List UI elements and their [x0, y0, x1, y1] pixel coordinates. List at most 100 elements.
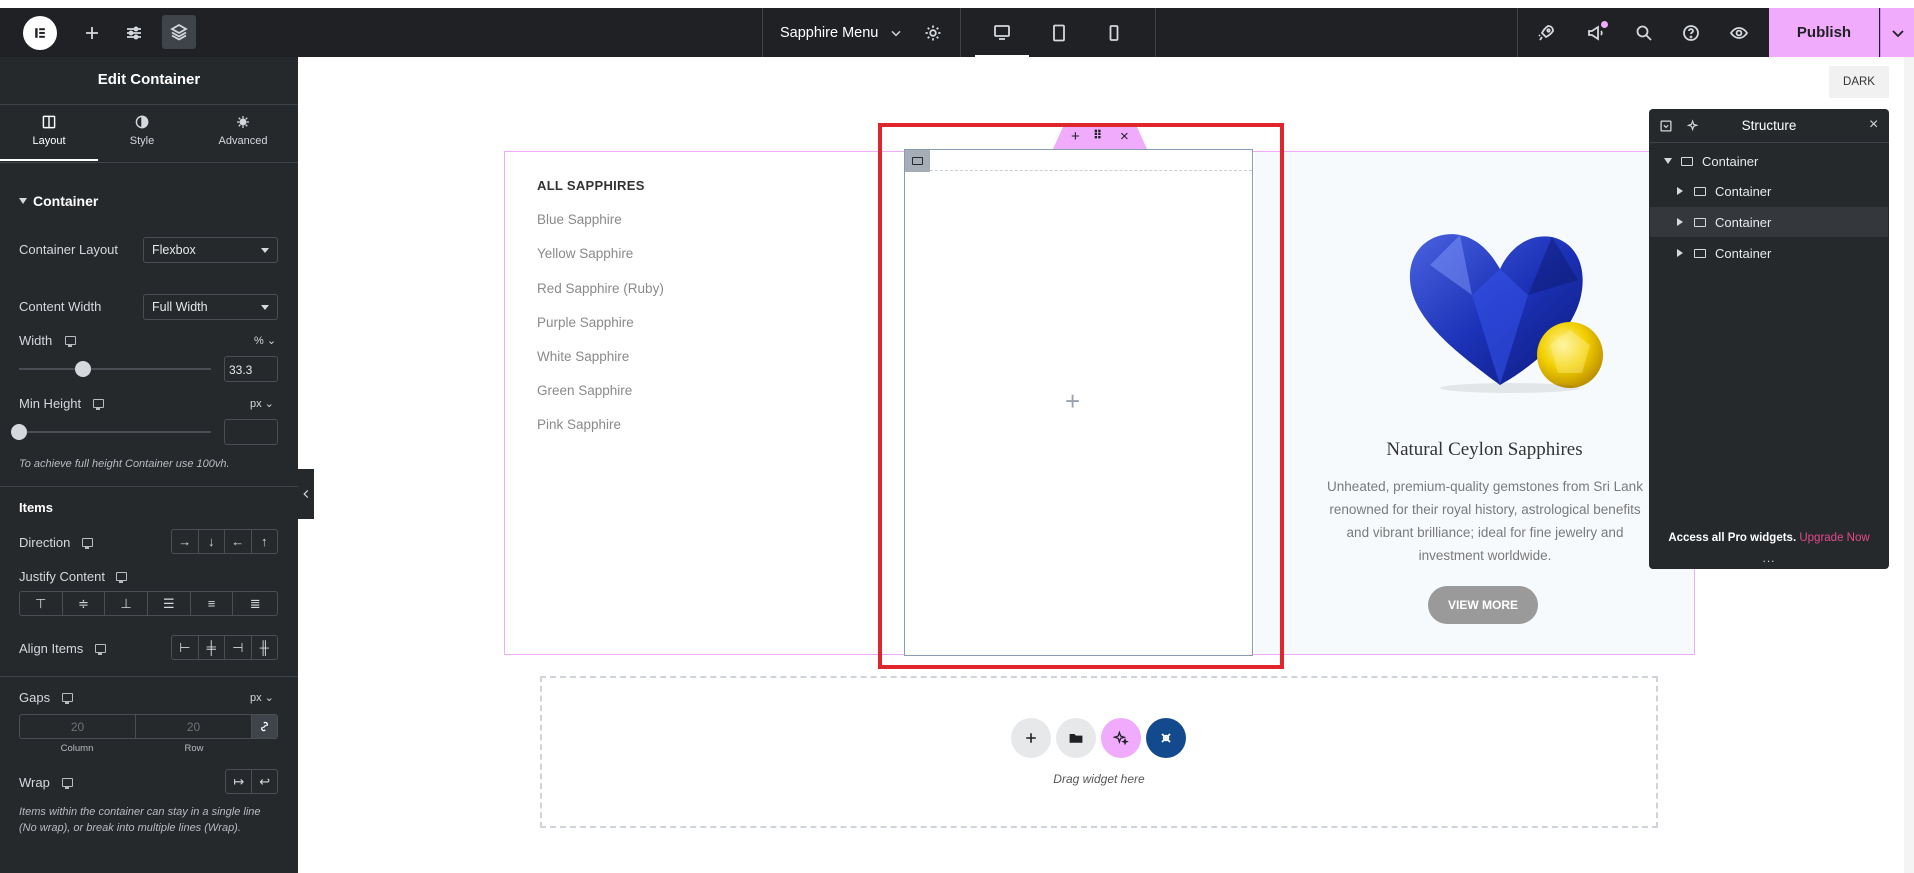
- caret-right-icon: [1677, 187, 1683, 195]
- align-start-button[interactable]: ⊢: [172, 636, 199, 659]
- structure-button[interactable]: [162, 15, 196, 49]
- ai-button[interactable]: [1101, 718, 1141, 758]
- gap-row-input[interactable]: 20: [136, 715, 252, 738]
- justify-space-evenly-button[interactable]: ≣: [233, 592, 277, 615]
- gap-column-input[interactable]: 20: [20, 715, 136, 738]
- menu-item[interactable]: Pink Sapphire: [537, 417, 621, 432]
- desktop-icon: [95, 644, 106, 655]
- align-center-button[interactable]: ╪: [199, 636, 225, 659]
- elementor-logo-button[interactable]: [22, 8, 58, 57]
- no-wrap-button[interactable]: ↦: [226, 770, 253, 793]
- width-input[interactable]: 33.3: [224, 356, 278, 382]
- width-unit: %: [254, 335, 264, 347]
- add-container-button[interactable]: +: [1071, 128, 1080, 145]
- width-slider-thumb[interactable]: [74, 361, 91, 377]
- menu-column[interactable]: ALL SAPPHIRES: [505, 152, 904, 654]
- menu-item[interactable]: White Sapphire: [537, 349, 629, 364]
- justify-start-button[interactable]: ⊤: [20, 592, 63, 615]
- elementor-kit-button[interactable]: [1146, 718, 1186, 758]
- container-handle[interactable]: [905, 150, 930, 172]
- width-unit-select[interactable]: % ⌄: [254, 334, 276, 347]
- add-section-button[interactable]: [1011, 718, 1051, 758]
- direction-column-reverse-button[interactable]: ↑: [252, 530, 278, 553]
- container-section-header[interactable]: Container: [19, 193, 98, 209]
- container-layout-label: Container Layout: [19, 242, 119, 257]
- launch-button[interactable]: [1528, 8, 1564, 57]
- dark-mode-label: DARK: [1843, 76, 1875, 88]
- structure-resize-handle[interactable]: ...: [1649, 551, 1889, 565]
- view-more-label: VIEW MORE: [1447, 598, 1518, 612]
- collapse-panel-button[interactable]: [298, 469, 314, 519]
- add-template-button[interactable]: [1056, 718, 1096, 758]
- site-settings-button[interactable]: [116, 8, 152, 57]
- gaps-unit: px: [250, 692, 262, 704]
- delete-container-button[interactable]: ×: [1120, 128, 1129, 145]
- page-title: Sapphire Menu: [780, 24, 879, 41]
- empty-container[interactable]: +: [904, 149, 1253, 656]
- direction-label: Direction: [19, 535, 71, 550]
- tab-layout[interactable]: Layout: [0, 105, 98, 161]
- panel-title: Edit Container: [97, 71, 201, 88]
- page-title-dropdown[interactable]: Sapphire Menu: [770, 8, 930, 57]
- view-more-button[interactable]: VIEW MORE: [1428, 586, 1538, 624]
- publish-button[interactable]: Publish: [1769, 8, 1879, 57]
- structure-item-child[interactable]: Container: [1650, 176, 1888, 206]
- gap-link-button[interactable]: [252, 715, 277, 738]
- structure-item-root[interactable]: Container: [1650, 146, 1888, 176]
- structure-item-child[interactable]: Container: [1650, 238, 1888, 268]
- eye-icon: [1729, 26, 1749, 39]
- page-settings-button[interactable]: [916, 8, 950, 57]
- drag-handle-icon[interactable]: ⠿: [1093, 128, 1102, 142]
- min-height-slider-track[interactable]: [11, 424, 211, 440]
- help-button[interactable]: [1673, 8, 1709, 57]
- wrap-button[interactable]: ↩: [252, 770, 277, 793]
- canvas-scrollbar[interactable]: [1904, 57, 1914, 873]
- container-layout-value: Flexbox: [152, 243, 196, 257]
- menu-item[interactable]: Green Sapphire: [537, 383, 632, 398]
- direction-column-button[interactable]: ↓: [199, 530, 225, 553]
- justify-space-between-button[interactable]: ☰: [148, 592, 191, 615]
- structure-item-label: Container: [1702, 153, 1759, 169]
- publish-options-button[interactable]: [1880, 8, 1914, 57]
- tab-advanced[interactable]: Advanced: [200, 105, 286, 161]
- justify-end-button[interactable]: ⊥: [105, 592, 149, 615]
- gaps-unit-select[interactable]: px ⌄: [250, 691, 274, 704]
- menu-item[interactable]: Blue Sapphire: [537, 212, 622, 227]
- min-height-unit-select[interactable]: px ⌄: [250, 397, 274, 410]
- menu-item[interactable]: Purple Sapphire: [537, 315, 634, 330]
- direction-row-reverse-button[interactable]: ←: [225, 530, 252, 553]
- justify-space-around-button[interactable]: ≡: [191, 592, 234, 615]
- folder-icon: [1069, 734, 1083, 743]
- dark-mode-toggle[interactable]: DARK: [1829, 66, 1889, 98]
- sparkle-icon: [1113, 730, 1129, 746]
- upgrade-now-link[interactable]: Upgrade Now: [1799, 532, 1869, 544]
- card-text-line: and vibrant brilliance; ideal for fine j…: [1346, 525, 1624, 540]
- menu-item[interactable]: Red Sapphire (Ruby): [537, 281, 664, 296]
- add-widget-plus[interactable]: +: [1065, 388, 1080, 414]
- notifications-button[interactable]: [1578, 8, 1614, 57]
- drop-zone[interactable]: [540, 676, 1658, 828]
- gap-column-placeholder: 20: [70, 720, 85, 734]
- preview-button[interactable]: [1721, 8, 1757, 57]
- add-element-button[interactable]: [74, 8, 110, 57]
- width-slider-track[interactable]: [19, 361, 211, 377]
- desktop-icon: [62, 693, 73, 704]
- min-height-slider-thumb[interactable]: [11, 424, 27, 440]
- min-height-input[interactable]: [224, 419, 278, 445]
- mobile-view-button[interactable]: [1087, 8, 1141, 57]
- container-layout-select[interactable]: Flexbox: [143, 237, 278, 263]
- direction-row-button[interactable]: →: [172, 530, 199, 553]
- top-bar: Sapphire Menu Publish: [0, 8, 1914, 57]
- tablet-view-button[interactable]: [1032, 8, 1086, 57]
- structure-item-child-selected[interactable]: Container: [1650, 207, 1888, 237]
- menu-item[interactable]: Yellow Sapphire: [537, 246, 633, 261]
- content-width-select[interactable]: Full Width: [143, 294, 278, 320]
- tab-style[interactable]: Style: [98, 105, 186, 161]
- card-text-line: Unheated, premium-quality gemstones from…: [1327, 479, 1643, 494]
- align-stretch-button[interactable]: ╫: [252, 636, 278, 659]
- desktop-view-button[interactable]: [975, 8, 1029, 57]
- structure-close-button[interactable]: ×: [1869, 116, 1878, 134]
- justify-center-button[interactable]: ≑: [63, 592, 106, 615]
- search-button[interactable]: [1626, 8, 1662, 57]
- align-end-button[interactable]: ⊣: [225, 636, 252, 659]
